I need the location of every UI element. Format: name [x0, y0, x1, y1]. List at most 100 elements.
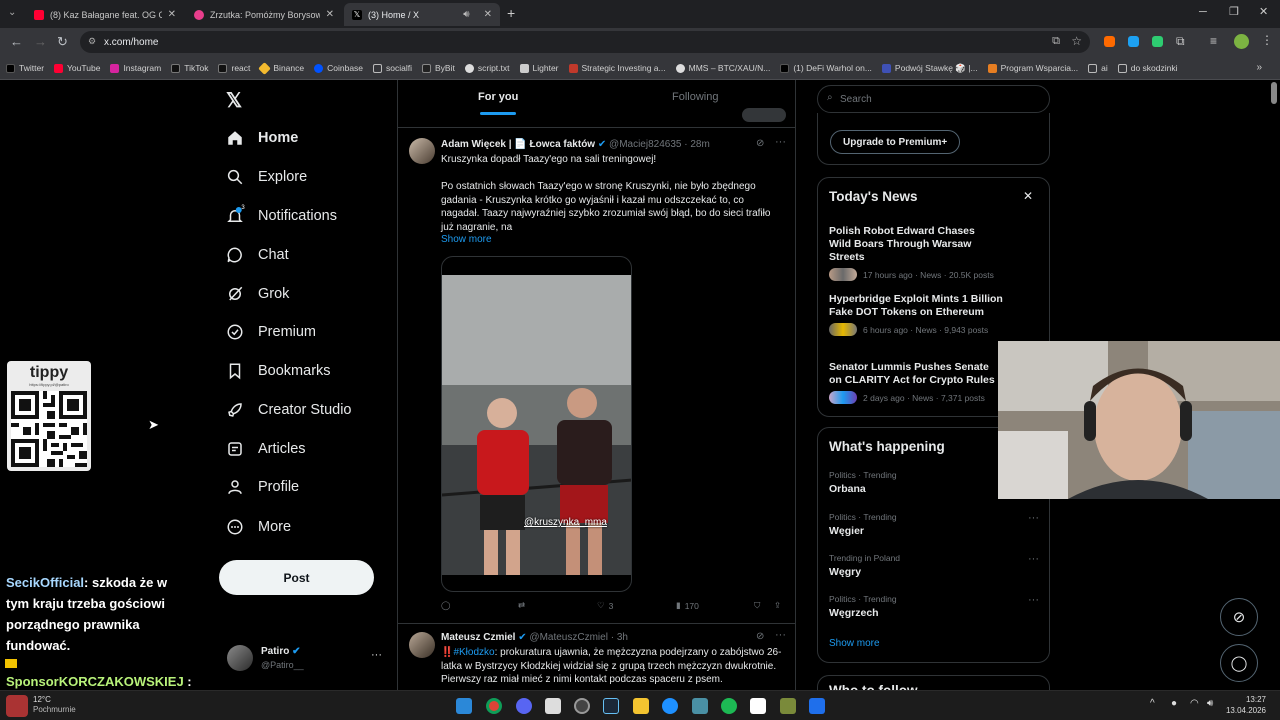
- reading-list-icon[interactable]: ≡: [1210, 34, 1217, 48]
- bookmark-item[interactable]: Podwój Stawkę 🎲 |...: [881, 63, 978, 74]
- nav-bookmarks[interactable]: Bookmarks: [226, 362, 331, 380]
- close-icon[interactable]: ✕: [1023, 189, 1033, 203]
- weather-icon[interactable]: [6, 695, 28, 717]
- account-switcher[interactable]: Patiro ✔ @Patiro__ ···: [227, 645, 387, 675]
- app-icon[interactable]: [662, 698, 678, 714]
- extension-icon[interactable]: [1152, 36, 1163, 47]
- obs-icon[interactable]: [574, 698, 590, 714]
- tweet-video[interactable]: @kruszynka_mma: [441, 256, 632, 592]
- nav-grok[interactable]: Grok: [226, 285, 289, 303]
- more-horizontal-icon[interactable]: ···: [1028, 553, 1039, 565]
- reply-button[interactable]: ◯: [441, 600, 451, 611]
- site-info-icon[interactable]: ⚙: [88, 36, 96, 47]
- mic-icon[interactable]: ●: [1171, 698, 1177, 709]
- trend-item[interactable]: Trending in Poland Węgry: [829, 553, 1039, 578]
- star-icon[interactable]: ☆: [1071, 34, 1082, 48]
- more-horizontal-icon[interactable]: ···: [1028, 594, 1039, 606]
- show-more-link[interactable]: Show more: [441, 234, 492, 245]
- nav-articles[interactable]: Articles: [226, 440, 306, 458]
- browser-tab-1[interactable]: (8) Kaz Bałagane feat. OG Olgie… ✕: [26, 3, 184, 26]
- chevron-right-icon[interactable]: »: [1256, 62, 1262, 73]
- bookmark-item[interactable]: Lighter: [519, 63, 559, 73]
- tab-search-icon[interactable]: ⌄: [8, 7, 16, 18]
- hashtag-link[interactable]: ‼️#Kłodzko: [441, 647, 495, 658]
- chevron-up-icon[interactable]: ^: [1150, 698, 1155, 709]
- post-button[interactable]: Post: [219, 560, 374, 595]
- bookmark-item[interactable]: YouTube: [54, 63, 100, 73]
- messages-floating-button[interactable]: ◯: [1220, 644, 1258, 682]
- bookmark-item[interactable]: ByBit: [422, 63, 455, 73]
- more-horizontal-icon[interactable]: ···: [1028, 512, 1039, 524]
- nav-profile[interactable]: Profile: [226, 478, 299, 496]
- bookmark-item[interactable]: Twitter: [6, 63, 44, 73]
- new-tab-button[interactable]: +: [507, 5, 515, 21]
- tweet-time[interactable]: · 28m: [684, 139, 710, 150]
- repost-button[interactable]: ⇄: [518, 600, 525, 611]
- restore-button[interactable]: ❐: [1229, 5, 1239, 18]
- bookmark-item[interactable]: script.txt: [464, 63, 510, 73]
- like-button[interactable]: ♡ 3: [597, 600, 613, 611]
- upgrade-premium-button[interactable]: Upgrade to Premium+: [830, 130, 961, 154]
- bookmark-folder[interactable]: socialfi: [373, 63, 412, 73]
- app-icon[interactable]: [750, 698, 766, 714]
- tab-for-you[interactable]: For you: [478, 91, 518, 103]
- bookmark-folder[interactable]: do skodzinki: [1117, 63, 1178, 73]
- trend-item[interactable]: Politics · Trending Węgrzech: [829, 594, 1039, 619]
- speaker-icon[interactable]: 🔊︎: [463, 9, 469, 20]
- extensions-puzzle-icon[interactable]: ⧉: [1176, 34, 1185, 49]
- app-icon[interactable]: [780, 698, 796, 714]
- window-close-button[interactable]: ✕: [1259, 5, 1268, 18]
- back-icon[interactable]: ←: [10, 34, 23, 49]
- volume-icon[interactable]: 🔊︎: [1207, 698, 1213, 709]
- extension-icon[interactable]: [1104, 36, 1115, 47]
- app-icon[interactable]: [545, 698, 561, 714]
- file-explorer-icon[interactable]: [633, 698, 649, 714]
- close-icon[interactable]: ✕: [484, 9, 492, 20]
- bookmark-item[interactable]: react: [218, 63, 250, 73]
- tweet[interactable]: Adam Więcek | 📄 Łowca faktów ✔ @Maciej82…: [398, 128, 795, 624]
- browser-tab-3[interactable]: 𝕏 (3) Home / X 🔊︎ ✕: [344, 3, 500, 26]
- grok-icon[interactable]: ⊘: [756, 138, 764, 149]
- author-name[interactable]: Adam Więcek | 📄 Łowca faktów: [441, 139, 595, 150]
- close-icon[interactable]: ✕: [326, 9, 334, 20]
- grok-icon[interactable]: ⊘: [756, 631, 764, 642]
- extension-icon[interactable]: [1128, 36, 1139, 47]
- views-button[interactable]: ▮ 170: [676, 600, 699, 611]
- discord-icon[interactable]: [516, 698, 532, 714]
- bookmark-folder[interactable]: ai: [1088, 63, 1108, 73]
- news-item[interactable]: Senator Lummis Pushes Senate on CLARITY …: [829, 361, 999, 404]
- steam-icon[interactable]: [603, 698, 619, 714]
- nav-creator-studio[interactable]: Creator Studio: [226, 401, 352, 419]
- tweet-time[interactable]: · 3h: [611, 632, 628, 643]
- browser-tab-2[interactable]: Zrzutka: Pomóżmy Borysowi - w… ✕: [186, 3, 342, 26]
- close-icon[interactable]: ✕: [168, 9, 176, 20]
- install-icon[interactable]: ⧉: [1052, 35, 1060, 48]
- tab-following[interactable]: Following: [672, 91, 718, 103]
- author-handle[interactable]: @MateuszCzmiel: [529, 632, 608, 643]
- nav-home[interactable]: Home: [226, 129, 298, 147]
- author-name[interactable]: Mateusz Czmiel: [441, 632, 515, 643]
- news-item[interactable]: Polish Robot Edward Chases Wild Boars Th…: [829, 225, 999, 281]
- show-more-link[interactable]: Show more: [829, 638, 880, 649]
- trend-item[interactable]: Politics · Trending Węgier: [829, 512, 1039, 537]
- news-item[interactable]: Hyperbridge Exploit Mints 1 Billion Fake…: [829, 293, 1029, 336]
- clock-date[interactable]: 13.04.2026: [1222, 706, 1266, 715]
- minimize-button[interactable]: ─: [1199, 6, 1207, 18]
- scrollbar-thumb[interactable]: [1271, 82, 1277, 104]
- windows-start-icon[interactable]: [456, 698, 472, 714]
- bookmark-item[interactable]: (1) DeFi Warhol on...: [780, 63, 872, 73]
- app-icon[interactable]: [692, 698, 708, 714]
- bookmark-item[interactable]: TikTok: [171, 63, 208, 73]
- address-bar[interactable]: ⚙ x.com/home ⧉ ☆: [80, 31, 1090, 53]
- bookmark-item[interactable]: Instagram: [110, 63, 161, 73]
- nav-explore[interactable]: Explore: [226, 168, 307, 186]
- chrome-icon[interactable]: [486, 698, 502, 714]
- bookmark-item[interactable]: Program Wsparcia...: [987, 63, 1078, 73]
- spotify-icon[interactable]: [721, 698, 737, 714]
- search-input[interactable]: ⌕ Search: [817, 85, 1050, 113]
- nav-chat[interactable]: Chat: [226, 246, 289, 264]
- bookmark-item[interactable]: Coinbase: [314, 63, 363, 73]
- bookmark-item[interactable]: Strategic Investing a...: [568, 63, 666, 73]
- clock-time[interactable]: 13:27: [1222, 695, 1266, 704]
- app-icon[interactable]: [809, 698, 825, 714]
